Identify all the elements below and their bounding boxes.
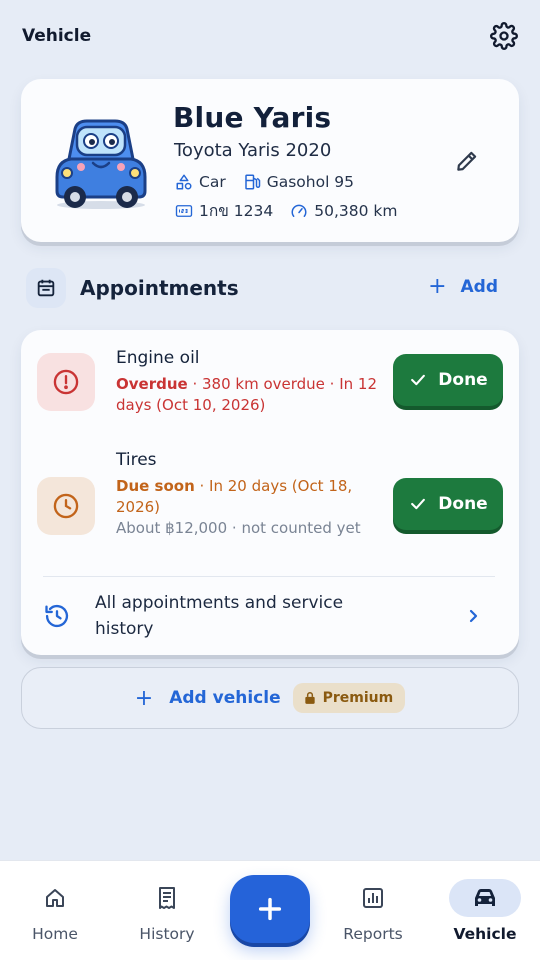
nav-vehicle-label: Vehicle — [453, 925, 517, 943]
vehicle-type: Car — [199, 173, 226, 191]
vehicle-model: Toyota Yaris 2020 — [174, 140, 332, 161]
settings-button[interactable] — [486, 18, 522, 54]
appointment-name: Tires — [116, 450, 157, 470]
add-vehicle-button[interactable]: + Add vehicle Premium — [21, 667, 519, 729]
plus-icon — [258, 897, 282, 921]
divider — [43, 576, 495, 577]
vehicle-meta-row: Car Gasohol 95 — [174, 172, 354, 192]
done-button[interactable]: Done — [393, 478, 503, 530]
appointment-name: Engine oil — [116, 348, 200, 368]
appointments-card: Engine oil Overdue · 380 km overdue · In… — [21, 330, 519, 655]
appointment-cost: About ฿12,000 · not counted yet — [116, 519, 361, 537]
appointment-history-link[interactable]: All appointments and service history — [21, 588, 519, 644]
nav-reports[interactable]: Reports — [328, 883, 418, 943]
history-icon — [45, 604, 69, 628]
car-mascot-icon — [55, 119, 147, 209]
license-plate-icon — [174, 201, 194, 221]
license-plate: 1กข 1234 — [199, 202, 274, 220]
done-label: Done — [438, 370, 488, 390]
check-icon — [408, 494, 428, 514]
check-icon — [408, 370, 428, 390]
vehicle-name: Blue Yaris — [173, 101, 332, 134]
status-label: Due soon — [116, 477, 195, 495]
bar-chart-icon — [328, 883, 418, 913]
gear-icon — [490, 22, 518, 50]
section-title: Appointments — [80, 276, 239, 300]
nav-history[interactable]: History — [122, 883, 212, 943]
nav-home[interactable]: Home — [10, 883, 100, 943]
alert-icon — [37, 353, 95, 411]
nav-vehicle[interactable]: Vehicle — [440, 879, 530, 943]
done-label: Done — [438, 494, 488, 514]
chevron-right-icon — [469, 609, 478, 623]
add-vehicle-label: Add vehicle — [169, 688, 281, 708]
history-label: All appointments and service history — [95, 593, 344, 639]
nav-home-label: Home — [32, 925, 78, 943]
vehicle-fuel: Gasohol 95 — [266, 173, 355, 191]
add-appointment-label: Add — [460, 276, 499, 297]
vehicle-type-icon — [174, 172, 194, 192]
plus-icon: + — [428, 274, 447, 299]
lock-icon — [303, 691, 317, 705]
premium-badge: Premium — [292, 683, 406, 713]
home-icon — [10, 883, 100, 913]
status-label: Overdue — [116, 375, 188, 393]
receipt-icon — [122, 883, 212, 913]
nav-history-label: History — [139, 925, 195, 943]
page-title: Vehicle — [22, 26, 92, 46]
add-appointment-button[interactable]: + Add — [428, 274, 498, 299]
appointment-detail: Overdue · 380 km overdue · In 12 days (O… — [116, 374, 378, 416]
appointments-header: Appointments + Add — [26, 268, 506, 308]
odometer: 50,380 km — [314, 201, 398, 220]
clock-icon — [37, 477, 95, 535]
edit-vehicle-button[interactable] — [449, 143, 485, 179]
fuel-pump-icon — [242, 172, 262, 192]
premium-label: Premium — [322, 690, 394, 706]
speedometer-icon — [289, 201, 309, 221]
vehicle-meta-row: 1กข 1234 50,380 km — [174, 198, 397, 223]
add-record-fab[interactable] — [230, 875, 310, 943]
top-bar: Vehicle — [0, 0, 540, 72]
plus-icon: + — [134, 685, 154, 711]
vehicle-card[interactable]: Blue Yaris Toyota Yaris 2020 Car Gasohol… — [21, 79, 519, 242]
calendar-icon — [26, 268, 66, 308]
done-button[interactable]: Done — [393, 354, 503, 406]
pencil-icon — [457, 151, 477, 171]
car-icon — [449, 879, 521, 917]
nav-reports-label: Reports — [343, 925, 403, 943]
appointment-detail: Due soon · In 20 days (Oct 18, 2026) — [116, 476, 378, 518]
